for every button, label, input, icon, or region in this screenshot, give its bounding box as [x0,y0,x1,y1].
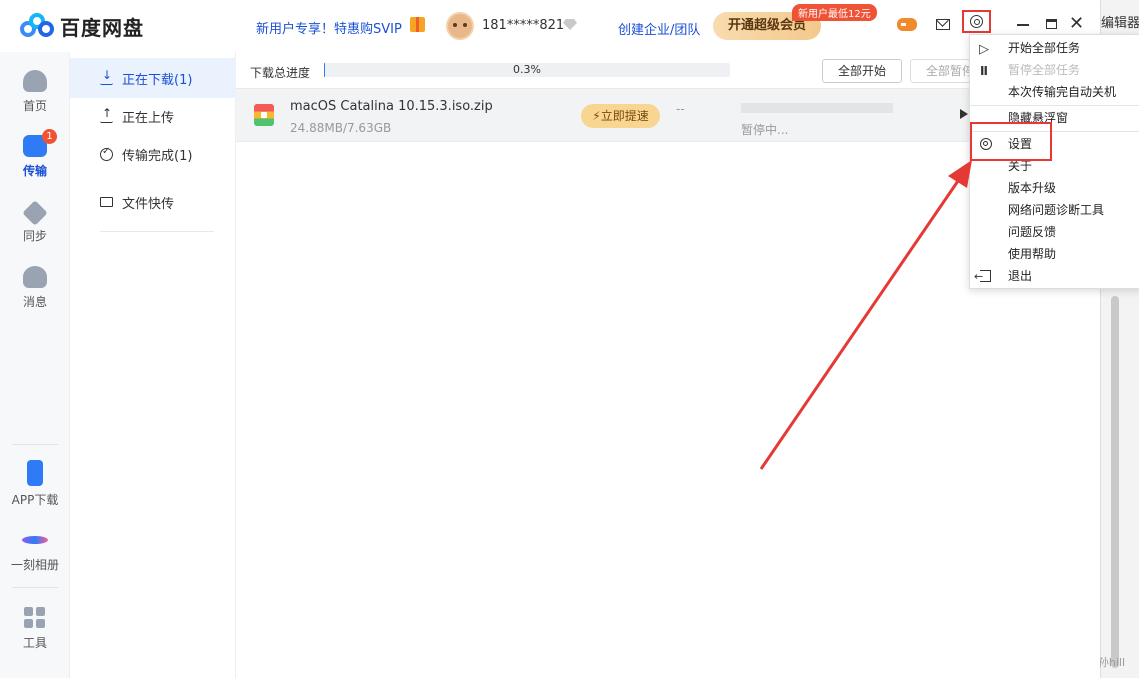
nav-divider [12,587,58,588]
monitor-icon [100,197,113,207]
pause-icon [980,60,990,82]
nav-item-transfer[interactable]: 1 传输 [0,129,70,179]
check-circle-icon [100,146,113,161]
start-all-button[interactable]: 全部开始 [822,59,902,83]
app-title: 百度网盘 [60,16,144,40]
progress-label: 下载总进度 [250,66,311,80]
gift-icon[interactable] [410,17,425,32]
zip-file-icon [254,104,274,126]
total-progress-bar: 0.3% [324,63,730,77]
logo-icon [20,12,54,41]
game-icon[interactable] [897,18,917,31]
nav-item-app-download[interactable]: APP下载 [0,460,70,508]
menu-label: 网络问题诊断工具 [1008,203,1105,217]
upload-icon [100,106,113,123]
sync-icon [22,200,48,226]
app-logo: 百度网盘 [20,12,144,41]
file-progress-bar [741,103,893,113]
subnav-quick-transfer[interactable]: 文件快传 [70,182,236,222]
nav-label: 一刻相册 [10,558,59,572]
maximize-icon[interactable] [1046,19,1057,29]
top-bar: 百度网盘 新用户专享！特惠购SVIP 181*****821 创建企业/团队 开… [0,0,1100,52]
exit-icon [974,266,991,288]
play-icon[interactable] [960,109,968,119]
menu-start-all[interactable]: 开始全部任务 [970,37,1139,61]
nav-label: 传输 [22,164,47,178]
baidu-netdisk-window: 百度网盘 新用户专享！特惠购SVIP 181*****821 创建企业/团队 开… [0,0,1100,678]
svip-promo-link[interactable]: 新用户专享！特惠购SVIP [256,18,402,37]
nav-label: APP下载 [11,493,59,507]
play-icon [979,39,989,61]
file-size: 24.88MB/7.63GB [290,121,392,135]
vip-promo-tag: 新用户最低12元 [792,4,877,21]
nav-label: 工具 [22,636,47,650]
background-scrollbar[interactable] [1111,296,1119,668]
diamond-icon[interactable] [563,19,577,30]
transfer-subnav: 正在下载(1) 正在上传 传输完成(1) 文件快传 [70,52,236,678]
nav-item-home[interactable]: 首页 [0,70,70,114]
nav-label: 同步 [22,229,47,243]
menu-help[interactable]: 使用帮助 [970,243,1139,265]
nav-item-tools[interactable]: 工具 [0,607,70,651]
menu-separator [970,105,1139,106]
nav-item-album[interactable]: 一刻相册 [0,530,70,573]
progress-percent: 0.3% [513,63,541,76]
gear-icon [970,15,983,28]
speedup-button[interactable]: ⚡立即提速 [581,104,660,128]
subnav-label: 正在下载(1) [122,72,193,88]
menu-pause-all[interactable]: 暂停全部任务 [970,59,1139,82]
subnav-label: 传输完成(1) [122,148,193,164]
transfer-badge: 1 [42,129,57,144]
menu-label: 使用帮助 [1008,247,1057,261]
settings-dropdown-menu: 开始全部任务 暂停全部任务 本次传输完自动关机 隐藏悬浮窗 设置 关于 版本升级… [969,34,1139,289]
menu-upgrade[interactable]: 版本升级 [970,177,1139,199]
file-name: macOS Catalina 10.15.3.iso.zip [290,99,493,114]
settings-button[interactable] [962,10,991,33]
username[interactable]: 181*****821 [482,18,564,33]
menu-feedback[interactable]: 问题反馈 [970,221,1139,243]
menu-label: 退出 [1008,269,1033,283]
annotation-highlight-box [970,122,1052,161]
download-status: 暂停中... [741,123,789,137]
subnav-label: 正在上传 [122,110,175,126]
phone-icon [27,460,43,486]
menu-label: 版本升级 [1008,181,1057,195]
menu-label: 暂停全部任务 [1008,63,1081,77]
minimize-icon[interactable] [1017,24,1029,26]
menu-label: 开始全部任务 [1008,41,1081,55]
left-nav: 首页 1 传输 同步 消息 APP下载 一刻相册 工具 [0,52,70,678]
menu-label: 关于 [1008,159,1033,173]
subnav-completed[interactable]: 传输完成(1) [70,134,236,174]
menu-auto-shutdown[interactable]: 本次传输完自动关机 [970,81,1139,103]
menu-network-diagnosis[interactable]: 网络问题诊断工具 [970,199,1139,221]
download-speed: -- [676,102,685,116]
menu-label: 本次传输完自动关机 [1008,85,1117,99]
speedup-label: 立即提速 [600,109,649,123]
close-icon[interactable]: ✕ [1069,15,1084,33]
album-icon [22,536,48,544]
editor-label: 编辑器 [1101,16,1139,31]
message-icon [23,266,47,288]
subnav-uploading[interactable]: 正在上传 [70,96,236,136]
nav-label: 首页 [22,99,47,113]
nav-item-sync[interactable]: 同步 [0,200,70,244]
create-enterprise-link[interactable]: 创建企业/团队 [618,19,700,38]
cloud-icon [23,70,47,92]
menu-label: 问题反馈 [1008,225,1057,239]
avatar[interactable] [446,12,474,40]
nav-divider [12,444,58,445]
subnav-label: 文件快传 [122,196,175,212]
nav-label: 消息 [22,295,47,309]
menu-exit[interactable]: 退出 [970,265,1139,288]
tools-icon [24,607,46,629]
subnav-downloading[interactable]: 正在下载(1) [70,58,236,98]
mail-icon[interactable] [936,19,950,30]
subnav-divider [100,231,214,232]
download-icon [100,68,113,85]
nav-item-messages[interactable]: 消息 [0,266,70,310]
